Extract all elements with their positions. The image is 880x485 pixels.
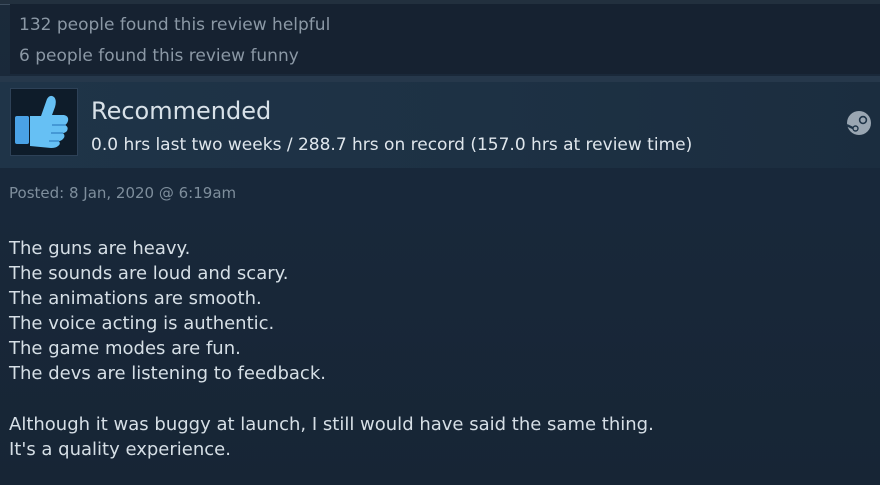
steam-icon	[846, 110, 872, 136]
review-text: The guns are heavy. The sounds are loud …	[9, 236, 869, 462]
thumbs-up-icon	[10, 88, 78, 156]
playtime-hours: 0.0 hrs last two weeks / 288.7 hrs on re…	[91, 135, 693, 155]
helpfulness-summary: 132 people found this review helpful 6 p…	[10, 4, 880, 74]
review-card: 132 people found this review helpful 6 p…	[0, 0, 880, 485]
review-line: The sounds are loud and scary.	[9, 263, 289, 285]
review-line: The devs are listening to feedback.	[9, 363, 326, 385]
review-line: The game modes are fun.	[9, 338, 241, 360]
funny-count-text: 6 people found this review funny	[19, 46, 299, 66]
review-line: The voice acting is authentic.	[9, 313, 275, 335]
review-line: Although it was buggy at launch, I still…	[9, 413, 654, 435]
review-line: The guns are heavy.	[9, 238, 191, 259]
review-line: The animations are smooth.	[9, 288, 262, 310]
review-line: It's a quality experience.	[9, 438, 231, 460]
posted-date: Posted: 8 Jan, 2020 @ 6:19am	[9, 184, 237, 202]
recommendation-title[interactable]: Recommended	[91, 97, 271, 125]
helpful-count-text: 132 people found this review helpful	[19, 15, 331, 35]
